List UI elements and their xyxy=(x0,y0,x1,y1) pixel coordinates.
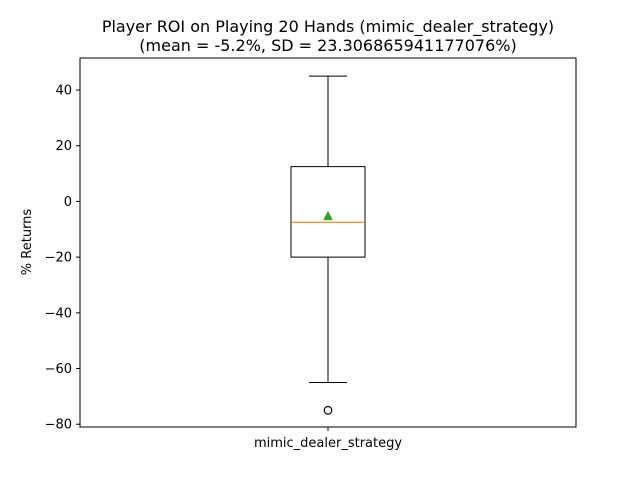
y-axis: 40 20 0 −20 −40 −60 −80 xyxy=(45,84,80,433)
x-axis: mimic_dealer_strategy xyxy=(254,427,402,451)
chart-title-line-1: Player ROI on Playing 20 Hands (mimic_de… xyxy=(102,17,554,37)
mean-marker xyxy=(323,210,333,221)
y-tick-label: −40 xyxy=(45,306,72,321)
y-tick-label: −80 xyxy=(45,418,72,433)
y-tick-label: 0 xyxy=(64,195,72,210)
x-tick-label: mimic_dealer_strategy xyxy=(254,436,402,451)
box-layer xyxy=(290,75,366,415)
chart-title-line-2: (mean = -5.2%, SD = 23.306865941177076%) xyxy=(139,36,516,55)
y-tick-label: 20 xyxy=(55,139,72,154)
outlier-point xyxy=(323,405,333,415)
y-axis-label: % Returns xyxy=(20,209,35,276)
y-tick-label: 40 xyxy=(55,84,72,99)
y-tick-label: −60 xyxy=(45,362,72,377)
box-plot-chart: Player ROI on Playing 20 Hands (mimic_de… xyxy=(20,17,577,451)
y-tick-label: −20 xyxy=(45,251,72,266)
